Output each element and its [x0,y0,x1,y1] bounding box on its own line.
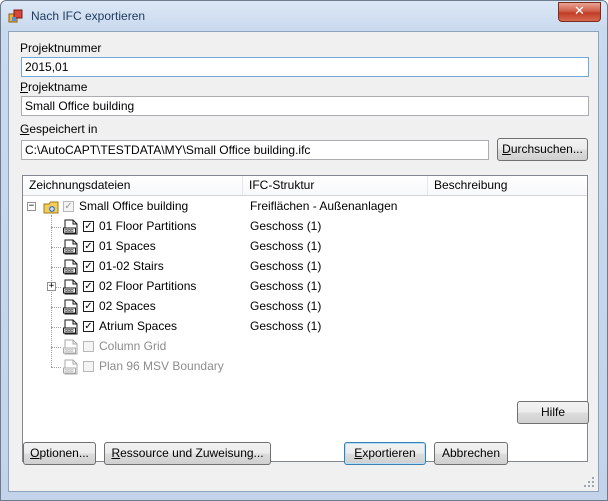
tree-item-name: Plan 96 MSV Boundary [99,359,224,373]
tree-item-name: 01 Floor Partitions [99,219,197,233]
resource-assignment-button-label: essource und Zuweisung... [120,446,264,460]
tree-item-checkbox[interactable] [83,341,94,352]
dwg-file-icon [63,219,79,235]
column-header-drawing-files[interactable]: Zeichnungsdateien [23,176,243,195]
tree-item-ifc: Geschoss (1) [250,219,322,233]
listview-header: Zeichnungsdateien IFC-Struktur Beschreib… [23,176,587,196]
tree-item-checkbox[interactable]: ✓ [83,261,94,272]
app-icon [8,9,23,23]
tree-row[interactable]: Column Grid [23,337,587,357]
column-header-ifc-structure[interactable]: IFC-Struktur [243,176,428,195]
project-name-label: Projektname [20,80,87,94]
tree-row[interactable]: ✓ 01-02 Stairs Geschoss (1) [23,257,587,277]
project-folder-icon [43,199,59,215]
tree-row[interactable]: ✓ Atrium Spaces Geschoss (1) [23,317,587,337]
dwg-file-icon [63,259,79,275]
close-button[interactable]: ✕ [558,2,601,22]
saved-in-label: Gespeichert in [20,122,97,136]
tree-row[interactable]: ✓ 01 Floor Partitions Geschoss (1) [23,217,587,237]
tree-branch-line [51,347,61,348]
dwg-file-icon [63,299,79,315]
collapse-icon[interactable]: − [27,202,36,211]
tree-root-name: Small Office building [79,199,189,213]
tree-item-checkbox[interactable]: ✓ [83,241,94,252]
tree-item-name: 01-02 Stairs [99,259,164,273]
tree-row[interactable]: + ✓ 02 Floor Partitions Geschoss (1) [23,277,587,297]
tree-item-name: Column Grid [99,339,167,353]
tree-branch-line [51,227,61,228]
browse-button[interactable]: Durchsuchen... [497,138,588,161]
project-name-label-text: rojektname [28,80,88,94]
export-button-label: xportieren [362,446,416,460]
tree-item-name: 01 Spaces [99,239,156,253]
tree-root-row[interactable]: − ✓ Small Office building Freiflächen - Auß… [23,197,587,217]
dwg-file-icon [63,319,79,335]
tree-item-ifc: Geschoss (1) [250,299,322,313]
tree-branch-line [51,367,61,368]
tree-root-checkbox[interactable]: ✓ [63,201,74,212]
tree-item-ifc: Geschoss (1) [250,259,322,273]
expand-icon[interactable]: + [47,282,56,291]
project-number-input[interactable]: 2015,01 [21,57,589,77]
tree-item-name: Atrium Spaces [99,319,178,333]
tree-branch-line [51,267,61,268]
tree-item-checkbox[interactable] [83,361,94,372]
tree-root-ifc: Freiflächen - Außenanlagen [250,199,398,213]
dwg-file-icon [63,279,79,295]
drawing-files-listview[interactable]: Zeichnungsdateien IFC-Struktur Beschreib… [22,175,588,462]
tree-branch-line [51,247,61,248]
tree-row[interactable]: ✓ 01 Spaces Geschoss (1) [23,237,587,257]
tree-branch-line [51,327,61,328]
resource-assignment-button[interactable]: Ressource und Zuweisung... [104,442,271,465]
column-header-description[interactable]: Beschreibung [428,176,587,195]
tree-row[interactable]: Plan 96 MSV Boundary [23,357,587,377]
close-icon: ✕ [574,4,585,19]
dwg-file-icon [63,339,79,355]
tree-item-checkbox[interactable]: ✓ [83,281,94,292]
project-name-label-access-key: P [20,80,29,94]
tree-item-name: 02 Floor Partitions [99,279,197,293]
tree-item-checkbox[interactable]: ✓ [83,221,94,232]
options-button-label: ptionen... [39,446,89,460]
project-number-label: Projektnummer [20,41,102,55]
tree-item-name: 02 Spaces [99,299,156,313]
browse-button-label: urchsuchen... [510,142,583,156]
saved-in-path-input[interactable]: C:\AutoCAPT\TESTDATA\MY\Small Office bui… [21,140,489,160]
help-button[interactable]: Hilfe [517,401,589,424]
saved-in-label-access-key: G [20,122,30,136]
dialog-client: Projektnummer 2015,01 Projektname Small … [8,31,599,492]
saved-in-label-text: espeichert in [29,122,98,136]
window-title: Nach IFC exportieren [31,9,146,23]
tree-branch-line [51,307,61,308]
resize-grip-icon[interactable] [584,477,594,487]
tree-item-ifc: Geschoss (1) [250,239,322,253]
options-button[interactable]: Optionen... [23,442,96,465]
cancel-button[interactable]: Abbrechen [434,442,508,465]
tree-item-ifc: Geschoss (1) [250,279,322,293]
tree-row[interactable]: ✓ 02 Spaces Geschoss (1) [23,297,587,317]
tree-item-checkbox[interactable]: ✓ [83,321,94,332]
tree-item-ifc: Geschoss (1) [250,319,322,333]
tree-item-checkbox[interactable]: ✓ [83,301,94,312]
resource-assignment-button-access-key: R [111,446,121,460]
dwg-file-icon [63,239,79,255]
dialog-window: Nach IFC exportieren ✕ Projektnummer 201… [0,0,608,501]
title-bar[interactable]: Nach IFC exportieren ✕ [1,1,607,31]
project-name-input[interactable]: Small Office building [21,96,589,116]
dwg-file-icon [63,359,79,375]
browse-button-access-key: D [502,142,511,156]
export-button[interactable]: Exportieren [344,442,426,465]
